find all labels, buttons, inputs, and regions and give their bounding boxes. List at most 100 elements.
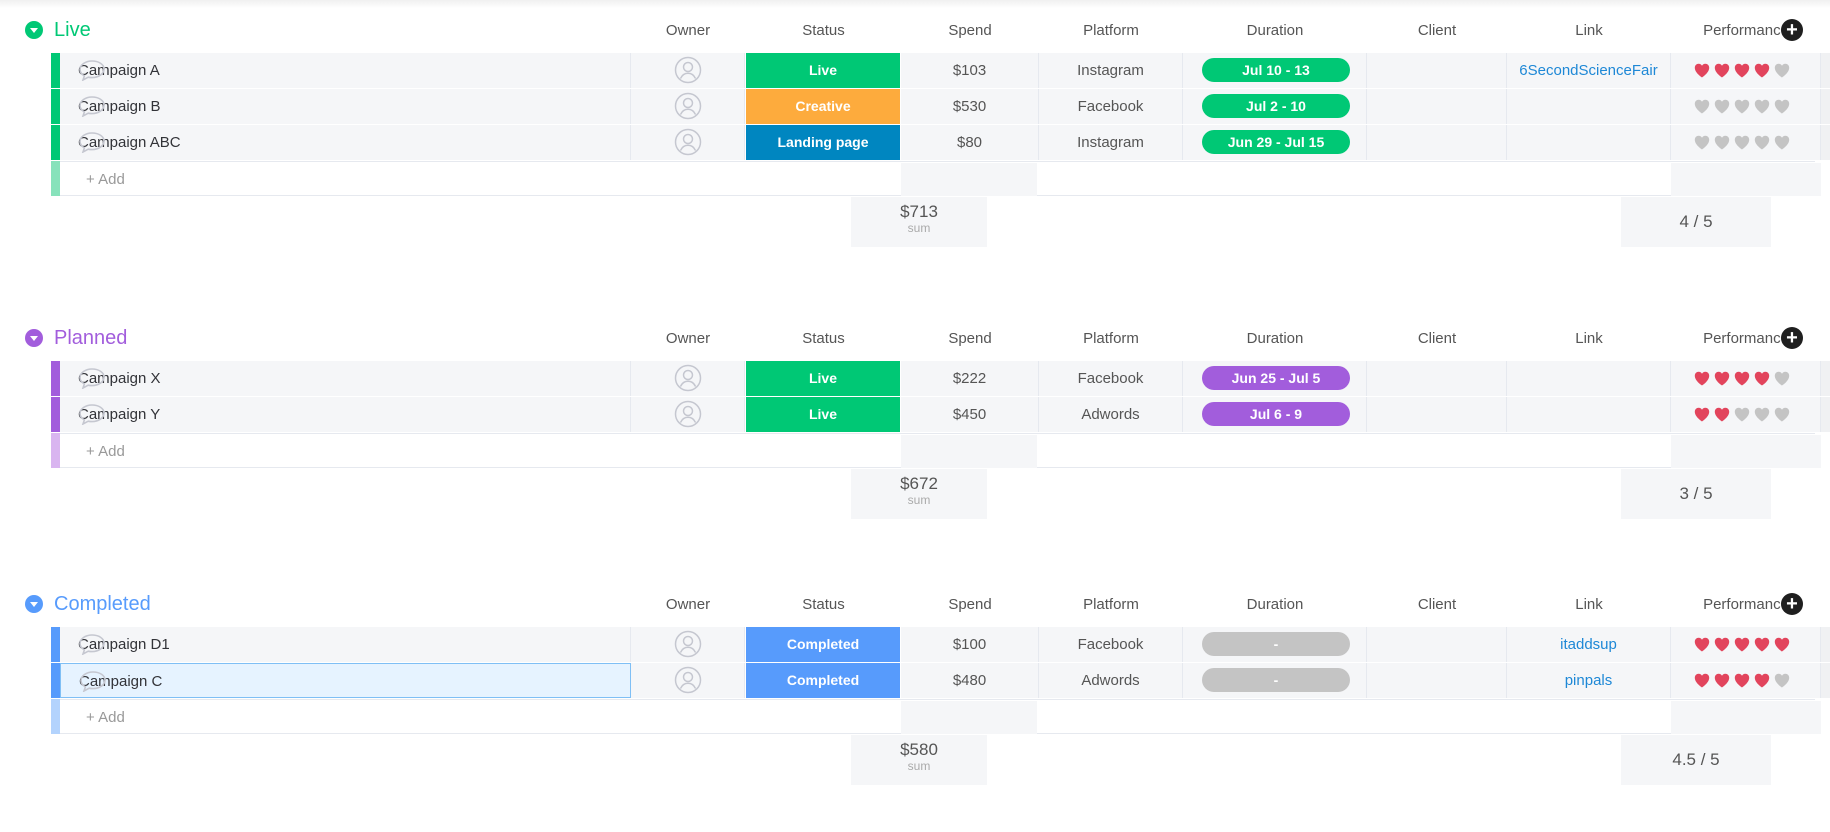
item-name-cell[interactable]: Campaign B [60, 89, 631, 124]
heart-icon[interactable] [1734, 99, 1750, 114]
rating-cell[interactable] [1671, 663, 1821, 698]
client-cell[interactable] [1367, 397, 1507, 432]
table-row[interactable]: Campaign A Live $103 Instagram Jul 10 - 13 6S… [51, 53, 1830, 88]
column-header-link[interactable]: Link [1507, 22, 1671, 40]
client-cell[interactable] [1367, 89, 1507, 124]
add-item-input[interactable]: + Add [60, 433, 1821, 468]
conversation-bubble-icon[interactable] [79, 670, 107, 693]
person-avatar-icon[interactable] [674, 666, 702, 694]
owner-cell[interactable] [631, 89, 745, 124]
group-title[interactable]: Completed [54, 592, 151, 616]
heart-icon[interactable] [1694, 63, 1710, 78]
client-cell[interactable] [1367, 125, 1507, 160]
link-value[interactable]: itaddsup [1507, 627, 1671, 662]
table-row[interactable]: Campaign X Live $222 Facebook Jun 25 - Jul 5 [51, 361, 1830, 396]
timeline-pill[interactable]: Jul 10 - 13 [1202, 58, 1350, 82]
timeline-pill[interactable]: Jul 6 - 9 [1202, 402, 1350, 426]
column-header-client[interactable]: Client [1367, 330, 1507, 348]
add-item-label[interactable]: + Add [86, 171, 125, 188]
person-avatar-icon[interactable] [674, 630, 702, 658]
column-header-duration[interactable]: Duration [1183, 330, 1367, 348]
owner-cell[interactable] [631, 627, 745, 662]
column-header-platform[interactable]: Platform [1039, 22, 1183, 40]
link-value[interactable] [1507, 397, 1671, 432]
heart-icon[interactable] [1734, 673, 1750, 688]
spend-value[interactable]: $103 [901, 53, 1039, 88]
add-item-label[interactable]: + Add [86, 709, 125, 726]
column-header-link[interactable]: Link [1507, 330, 1671, 348]
heart-icon[interactable] [1714, 99, 1730, 114]
heart-icon[interactable] [1734, 371, 1750, 386]
person-avatar-icon[interactable] [674, 400, 702, 428]
status-label[interactable]: Live [746, 53, 901, 88]
heart-icon[interactable] [1754, 63, 1770, 78]
heart-icon[interactable] [1694, 673, 1710, 688]
heart-icon[interactable] [1774, 135, 1790, 150]
conversation-bubble-icon[interactable] [78, 633, 106, 656]
owner-cell[interactable] [631, 125, 745, 160]
owner-cell[interactable] [631, 361, 745, 396]
item-name-cell[interactable]: Campaign ABC [60, 125, 631, 160]
platform-value[interactable]: Instagram [1039, 125, 1183, 160]
platform-value[interactable]: Adwords [1039, 397, 1183, 432]
heart-icon[interactable] [1714, 673, 1730, 688]
add-item-row[interactable]: + Add [51, 699, 1821, 734]
spend-value[interactable]: $100 [901, 627, 1039, 662]
timeline-pill[interactable]: - [1202, 668, 1350, 692]
heart-icon[interactable] [1774, 407, 1790, 422]
heart-icon[interactable] [1714, 135, 1730, 150]
item-name-cell[interactable]: Campaign A [60, 53, 631, 88]
status-label[interactable]: Landing page [746, 125, 901, 160]
add-item-row[interactable]: + Add [51, 161, 1821, 196]
person-avatar-icon[interactable] [674, 56, 702, 84]
add-column-button[interactable]: + [1781, 327, 1803, 349]
column-header-status[interactable]: Status [746, 330, 901, 348]
heart-icon[interactable] [1714, 371, 1730, 386]
heart-icon[interactable] [1754, 673, 1770, 688]
person-avatar-icon[interactable] [674, 364, 702, 392]
heart-icon[interactable] [1714, 63, 1730, 78]
duration-cell[interactable]: - [1183, 663, 1367, 698]
heart-icon[interactable] [1734, 637, 1750, 652]
duration-cell[interactable]: Jul 6 - 9 [1183, 397, 1367, 432]
client-cell[interactable] [1367, 627, 1507, 662]
column-header-spend[interactable]: Spend [901, 596, 1039, 614]
heart-icon[interactable] [1734, 135, 1750, 150]
add-item-input[interactable]: + Add [60, 699, 1821, 734]
column-header-owner[interactable]: Owner [631, 22, 745, 40]
timeline-pill[interactable]: Jun 25 - Jul 5 [1202, 366, 1350, 390]
heart-icon[interactable] [1774, 673, 1790, 688]
link-value[interactable] [1507, 361, 1671, 396]
owner-cell[interactable] [631, 397, 745, 432]
rating-cell[interactable] [1671, 125, 1821, 160]
heart-icon[interactable] [1774, 637, 1790, 652]
conversation-bubble-icon[interactable] [78, 95, 106, 118]
column-header-spend[interactable]: Spend [901, 330, 1039, 348]
heart-icon[interactable] [1774, 371, 1790, 386]
duration-cell[interactable]: Jun 25 - Jul 5 [1183, 361, 1367, 396]
heart-icon[interactable] [1734, 407, 1750, 422]
rating-cell[interactable] [1671, 627, 1821, 662]
rating-cell[interactable] [1671, 397, 1821, 432]
add-column-button[interactable]: + [1781, 19, 1803, 41]
heart-icon[interactable] [1754, 407, 1770, 422]
column-header-platform[interactable]: Platform [1039, 330, 1183, 348]
conversation-bubble-icon[interactable] [78, 59, 106, 82]
heart-icon[interactable] [1694, 99, 1710, 114]
status-label[interactable]: Creative [746, 89, 901, 124]
heart-icon[interactable] [1714, 637, 1730, 652]
heart-icon[interactable] [1694, 371, 1710, 386]
table-row[interactable]: Campaign Y Live $450 Adwords Jul 6 - 9 [51, 397, 1830, 432]
spend-value[interactable]: $222 [901, 361, 1039, 396]
timeline-pill[interactable]: Jun 29 - Jul 15 [1202, 130, 1350, 154]
duration-cell[interactable]: - [1183, 627, 1367, 662]
status-label[interactable]: Completed [746, 663, 901, 698]
conversation-bubble-icon[interactable] [78, 403, 106, 426]
column-header-client[interactable]: Client [1367, 596, 1507, 614]
status-label[interactable]: Live [746, 397, 901, 432]
rating-cell[interactable] [1671, 53, 1821, 88]
add-item-row[interactable]: + Add [51, 433, 1821, 468]
heart-icon[interactable] [1754, 637, 1770, 652]
item-name-cell[interactable]: Campaign D1 [60, 627, 631, 662]
item-name-cell[interactable]: Campaign C [60, 663, 631, 698]
